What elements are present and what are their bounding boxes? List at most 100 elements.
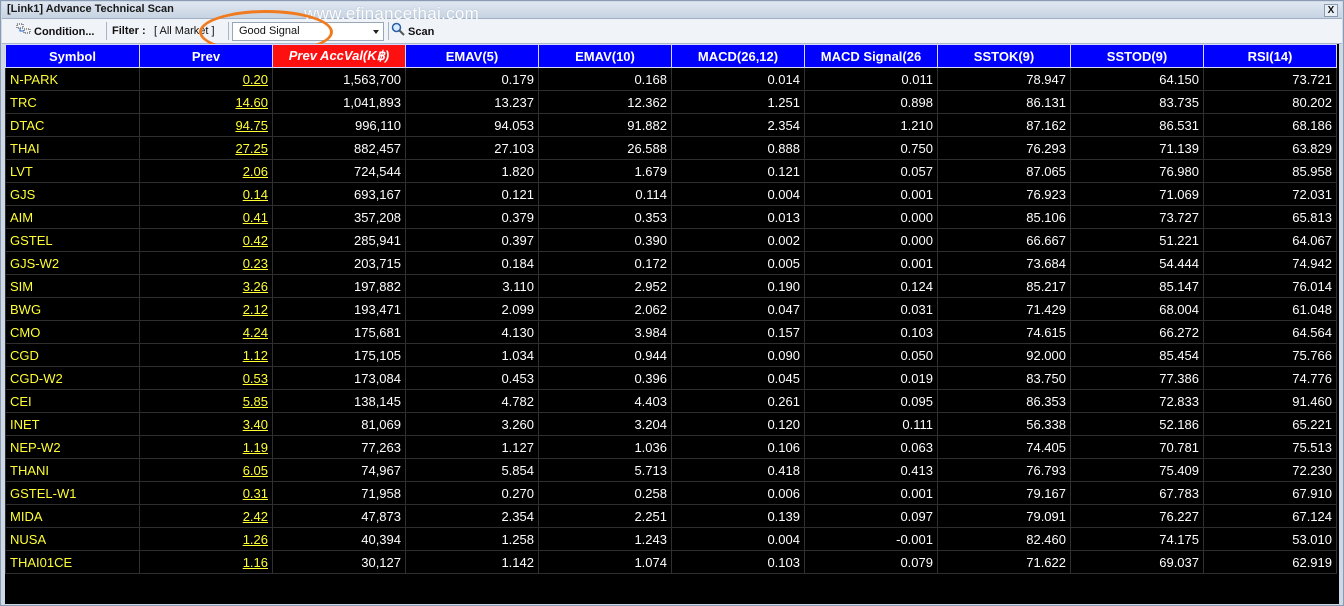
prev-price-link[interactable]: 0.23 — [139, 251, 273, 275]
table-row[interactable]: CMO 4.24 175,681 4.130 3.984 0.157 0.103 74.615… — [5, 320, 1337, 344]
column-header[interactable]: RSI(14) — [1203, 44, 1337, 68]
value-cell: 72.230 — [1203, 458, 1337, 482]
symbol-cell[interactable]: BWG — [5, 297, 140, 321]
dropdown-arrow-icon[interactable] — [373, 30, 379, 34]
table-row[interactable]: GJS 0.14 693,167 0.121 0.114 0.004 0.001 76.923… — [5, 182, 1337, 206]
column-header[interactable]: Prev — [139, 44, 273, 68]
symbol-cell[interactable]: GJS — [5, 182, 140, 206]
prev-price-link[interactable]: 1.12 — [139, 343, 273, 367]
symbol-cell[interactable]: THANI — [5, 458, 140, 482]
prev-price-link[interactable]: 14.60 — [139, 90, 273, 114]
value-cell: 0.453 — [405, 366, 539, 390]
symbol-cell[interactable]: SIM — [5, 274, 140, 298]
symbol-cell[interactable]: GSTEL — [5, 228, 140, 252]
table-row[interactable]: CGD-W2 0.53 173,084 0.453 0.396 0.045 0.019 83.… — [5, 366, 1337, 390]
symbol-cell[interactable]: THAI01CE — [5, 550, 140, 574]
value-cell: 91.882 — [538, 113, 672, 137]
filter-market-button[interactable]: [ All Market ] — [154, 22, 215, 40]
symbol-cell[interactable]: CGD — [5, 343, 140, 367]
table-row[interactable]: NEP-W2 1.19 77,263 1.127 1.036 0.106 0.063 74.4… — [5, 435, 1337, 459]
table-row[interactable]: INET 3.40 81,069 3.260 3.204 0.120 0.111 56.338… — [5, 412, 1337, 436]
value-cell: 30,127 — [272, 550, 406, 574]
table-row[interactable]: DTAC 94.75 996,110 94.053 91.882 2.354 1.210 87… — [5, 113, 1337, 137]
prev-price-link[interactable]: 2.42 — [139, 504, 273, 528]
symbol-cell[interactable]: TRC — [5, 90, 140, 114]
symbol-cell[interactable]: MIDA — [5, 504, 140, 528]
prev-price-link[interactable]: 0.41 — [139, 205, 273, 229]
prev-price-link[interactable]: 2.12 — [139, 297, 273, 321]
table-row[interactable]: THAI01CE 1.16 30,127 1.142 1.074 0.103 0.079 71… — [5, 550, 1337, 574]
prev-price-link[interactable]: 0.31 — [139, 481, 273, 505]
column-header[interactable]: Prev AccVal(K฿) — [272, 44, 406, 68]
table-row[interactable]: AIM 0.41 357,208 0.379 0.353 0.013 0.000 85.106… — [5, 205, 1337, 229]
symbol-cell[interactable]: INET — [5, 412, 140, 436]
value-cell: 68.004 — [1070, 297, 1204, 321]
symbol-cell[interactable]: N-PARK — [5, 67, 140, 91]
value-cell: 0.190 — [671, 274, 805, 298]
symbol-cell[interactable]: AIM — [5, 205, 140, 229]
symbol-cell[interactable]: CGD-W2 — [5, 366, 140, 390]
symbol-cell[interactable]: DTAC — [5, 113, 140, 137]
table-row[interactable]: THAI 27.25 882,457 27.103 26.588 0.888 0.750 76… — [5, 136, 1337, 160]
scan-button[interactable]: Scan — [391, 22, 434, 40]
prev-price-link[interactable]: 0.53 — [139, 366, 273, 390]
column-header[interactable]: SSTOD(9) — [1070, 44, 1204, 68]
table-row[interactable]: NUSA 1.26 40,394 1.258 1.243 0.004 -0.001 82.46… — [5, 527, 1337, 551]
table-row[interactable]: CEI 5.85 138,145 4.782 4.403 0.261 0.095 86.353… — [5, 389, 1337, 413]
close-button[interactable]: X — [1324, 4, 1338, 17]
table-row[interactable]: CGD 1.12 175,105 1.034 0.944 0.090 0.050 92.000… — [5, 343, 1337, 367]
prev-price-link[interactable]: 1.19 — [139, 435, 273, 459]
value-cell: 0.261 — [671, 389, 805, 413]
column-header[interactable]: MACD Signal(26 — [804, 44, 938, 68]
table-row[interactable]: TRC 14.60 1,041,893 13.237 12.362 1.251 0.898 8… — [5, 90, 1337, 114]
prev-price-link[interactable]: 1.16 — [139, 550, 273, 574]
column-header[interactable]: MACD(26,12) — [671, 44, 805, 68]
scan-results-grid[interactable]: Symbol Prev Prev AccVal(K฿) EMAV(5) EMAV(10)… — [5, 44, 1339, 604]
condition-button[interactable]: Condition... — [16, 22, 94, 40]
table-row[interactable]: THANI 6.05 74,967 5.854 5.713 0.418 0.413 76.79… — [5, 458, 1337, 482]
value-cell: 82.460 — [937, 527, 1071, 551]
symbol-cell[interactable]: GJS-W2 — [5, 251, 140, 275]
prev-price-link[interactable]: 1.26 — [139, 527, 273, 551]
prev-price-link[interactable]: 0.20 — [139, 67, 273, 91]
value-cell: 2.952 — [538, 274, 672, 298]
table-row[interactable]: GJS-W2 0.23 203,715 0.184 0.172 0.005 0.001 73.… — [5, 251, 1337, 275]
value-cell: 1.127 — [405, 435, 539, 459]
symbol-cell[interactable]: THAI — [5, 136, 140, 160]
table-row[interactable]: LVT 2.06 724,544 1.820 1.679 0.121 0.057 87.065… — [5, 159, 1337, 183]
value-cell: 2.354 — [671, 113, 805, 137]
value-cell: 0.390 — [538, 228, 672, 252]
table-row[interactable]: GSTEL-W1 0.31 71,958 0.270 0.258 0.006 0.001 79… — [5, 481, 1337, 505]
prev-price-link[interactable]: 0.42 — [139, 228, 273, 252]
prev-price-link[interactable]: 6.05 — [139, 458, 273, 482]
symbol-cell[interactable]: NUSA — [5, 527, 140, 551]
column-header[interactable]: EMAV(10) — [538, 44, 672, 68]
table-row[interactable]: N-PARK 0.20 1,563,700 0.179 0.168 0.014 0.011 7… — [5, 67, 1337, 91]
symbol-cell[interactable]: CMO — [5, 320, 140, 344]
table-row[interactable]: BWG 2.12 193,471 2.099 2.062 0.047 0.031 71.429… — [5, 297, 1337, 321]
value-cell: 2.251 — [538, 504, 672, 528]
table-row[interactable]: SIM 3.26 197,882 3.110 2.952 0.190 0.124 85.217… — [5, 274, 1337, 298]
prev-price-link[interactable]: 4.24 — [139, 320, 273, 344]
value-cell: 64.564 — [1203, 320, 1337, 344]
column-header[interactable]: SSTOK(9) — [937, 44, 1071, 68]
symbol-cell[interactable]: LVT — [5, 159, 140, 183]
column-header[interactable]: EMAV(5) — [405, 44, 539, 68]
table-row[interactable]: MIDA 2.42 47,873 2.354 2.251 0.139 0.097 79.091… — [5, 504, 1337, 528]
prev-price-link[interactable]: 3.26 — [139, 274, 273, 298]
signal-select[interactable]: Good Signal — [232, 22, 384, 41]
table-row[interactable]: GSTEL 0.42 285,941 0.397 0.390 0.002 0.000 66.6… — [5, 228, 1337, 252]
value-cell: 85.147 — [1070, 274, 1204, 298]
prev-price-link[interactable]: 0.14 — [139, 182, 273, 206]
symbol-cell[interactable]: CEI — [5, 389, 140, 413]
title-bar[interactable]: [Link1] Advance Technical Scan www.efina… — [2, 2, 1342, 23]
prev-price-link[interactable]: 27.25 — [139, 136, 273, 160]
prev-price-link[interactable]: 5.85 — [139, 389, 273, 413]
symbol-cell[interactable]: NEP-W2 — [5, 435, 140, 459]
value-cell: 74.942 — [1203, 251, 1337, 275]
column-header[interactable]: Symbol — [5, 44, 140, 68]
prev-price-link[interactable]: 2.06 — [139, 159, 273, 183]
prev-price-link[interactable]: 3.40 — [139, 412, 273, 436]
prev-price-link[interactable]: 94.75 — [139, 113, 273, 137]
symbol-cell[interactable]: GSTEL-W1 — [5, 481, 140, 505]
